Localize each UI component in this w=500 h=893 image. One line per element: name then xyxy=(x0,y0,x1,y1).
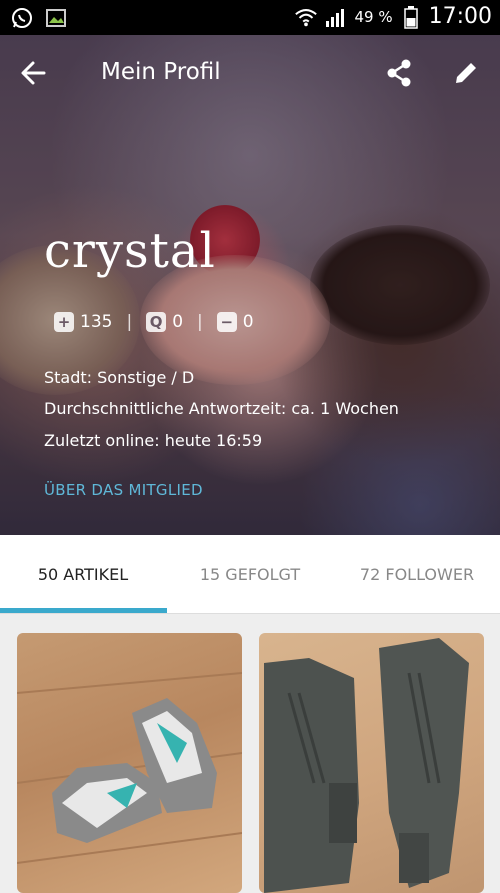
image-icon xyxy=(44,6,68,30)
profile-header-content: Mein Profil crystal + 135 | Q 0 | − 0 St xyxy=(0,35,500,535)
edit-pencil-icon xyxy=(453,60,479,90)
edit-button[interactable] xyxy=(444,53,488,97)
wifi-icon xyxy=(294,5,318,29)
city-info: Stadt: Sonstige / D xyxy=(44,368,195,387)
username: crystal xyxy=(44,223,216,279)
back-button[interactable] xyxy=(11,53,55,97)
whatsapp-icon xyxy=(10,6,34,30)
signal-icon xyxy=(324,5,348,29)
toolbar: Mein Profil xyxy=(0,35,500,115)
points-count: 135 xyxy=(80,312,113,332)
profile-tabs: 50 ARTIKEL 15 GEFOLGT 72 FOLLOWER xyxy=(0,535,500,614)
plus-icon: + xyxy=(54,312,74,332)
share-button[interactable] xyxy=(377,53,421,97)
battery-percent: 49 % xyxy=(354,7,393,26)
status-bar: 49 % 17:00 xyxy=(0,0,500,35)
back-arrow-icon xyxy=(20,60,46,90)
response-time-info: Durchschnittliche Antwortzeit: ca. 1 Woc… xyxy=(44,399,399,418)
system-status: 49 % 17:00 xyxy=(294,4,492,29)
article-card[interactable] xyxy=(17,633,242,893)
stat-divider: | xyxy=(126,312,133,332)
comment-icon: − xyxy=(216,312,237,332)
tab-gefolgt[interactable]: 15 GEFOLGT xyxy=(167,535,333,613)
about-member-link[interactable]: ÜBER DAS MITGLIED xyxy=(44,481,203,499)
notification-icons xyxy=(10,6,68,30)
share-icon xyxy=(386,59,412,91)
last-online-info: Zuletzt online: heute 16:59 xyxy=(44,431,263,450)
profile-header: Mein Profil crystal + 135 | Q 0 | − 0 St xyxy=(0,35,500,535)
questions-count: 0 xyxy=(172,312,184,332)
boots-photo xyxy=(264,638,469,893)
sneakers-photo xyxy=(17,672,242,864)
tab-follower[interactable]: 72 FOLLOWER xyxy=(334,535,500,613)
page-title: Mein Profil xyxy=(101,59,221,85)
article-card[interactable] xyxy=(259,633,484,893)
stat-divider: | xyxy=(197,312,203,332)
tab-artikel[interactable]: 50 ARTIKEL xyxy=(0,535,166,613)
clock: 17:00 xyxy=(428,4,492,29)
profile-stats: + 135 | Q 0 | − 0 xyxy=(54,312,254,332)
article-grid xyxy=(0,613,500,893)
battery-icon xyxy=(399,5,423,29)
answers-count: 0 xyxy=(242,312,254,332)
question-icon: Q xyxy=(146,312,167,332)
